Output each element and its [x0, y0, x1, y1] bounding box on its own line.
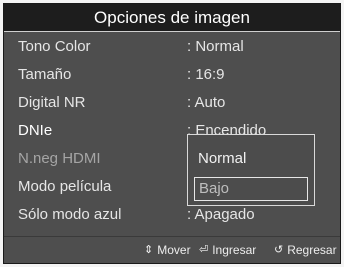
- move-hint: ⇕ Mover: [144, 243, 191, 257]
- option-dropdown: Normal Bajo: [187, 134, 315, 206]
- setting-value: : 16:9: [187, 66, 225, 83]
- bottom-divider: [4, 236, 340, 237]
- enter-hint: ⏎ Ingresar: [199, 243, 256, 257]
- setting-label: Sólo modo azul: [18, 206, 122, 223]
- setting-row-tono-color[interactable]: Tono Color : Normal: [4, 34, 340, 60]
- setting-value: : Normal: [187, 38, 244, 55]
- return-icon: ↺: [274, 243, 284, 256]
- back-hint: ↺ Regresar: [274, 243, 337, 257]
- setting-value: : Apagado: [187, 206, 255, 223]
- setting-label: Digital NR: [18, 94, 86, 111]
- back-hint-label: Regresar: [287, 243, 337, 257]
- setting-label: Tono Color: [18, 38, 91, 55]
- menu-title: Opciones de imagen: [4, 4, 340, 32]
- navigation-hint-bar: ⇕ Mover ⏎ Ingresar ↺ Regresar: [4, 241, 340, 261]
- enter-hint-label: Ingresar: [212, 243, 257, 257]
- dropdown-option-normal[interactable]: Normal: [194, 147, 308, 171]
- move-hint-label: Mover: [157, 243, 191, 257]
- setting-label: DNIe: [18, 122, 53, 139]
- setting-value: : Auto: [187, 94, 226, 111]
- menu-title-text: Opciones de imagen: [94, 7, 250, 27]
- setting-label: Tamaño: [18, 66, 72, 83]
- picture-options-menu: Opciones de imagen Tono Color : Normal T…: [3, 3, 341, 264]
- enter-icon: ⏎: [199, 243, 209, 256]
- dropdown-option-bajo[interactable]: Bajo: [194, 177, 308, 201]
- setting-label: Modo película: [18, 178, 112, 195]
- setting-label: N.neg HDMI: [18, 150, 101, 167]
- setting-row-tamano[interactable]: Tamaño : 16:9: [4, 62, 340, 88]
- setting-row-digital-nr[interactable]: Digital NR : Auto: [4, 90, 340, 116]
- updown-arrows-icon: ⇕: [144, 243, 154, 256]
